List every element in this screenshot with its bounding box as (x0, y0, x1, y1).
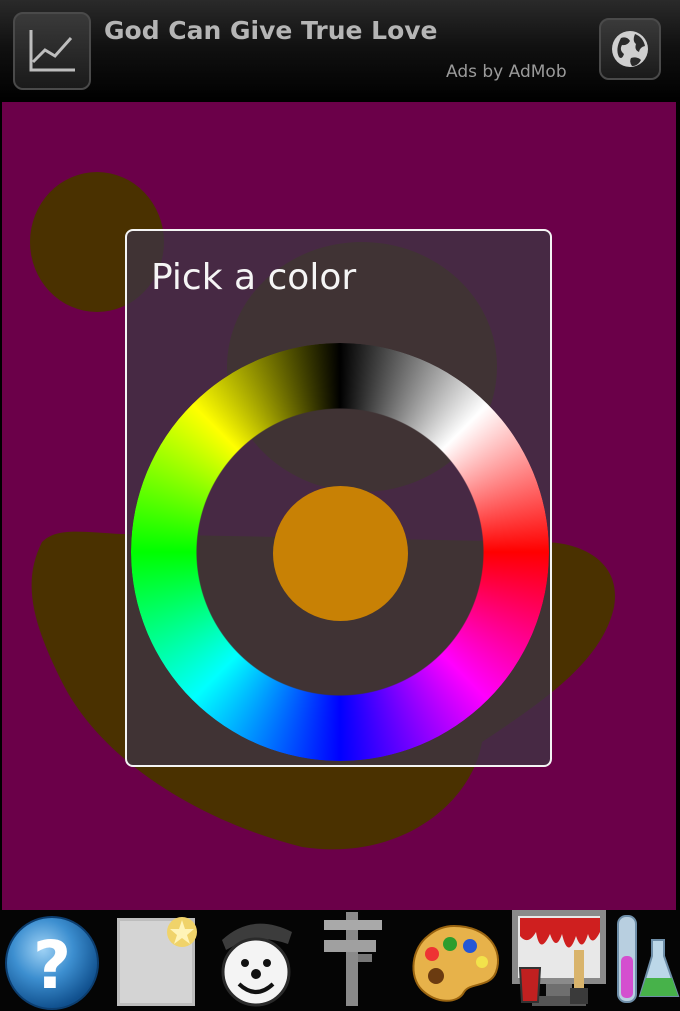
dialog-title: Pick a color (151, 257, 357, 298)
caliper-icon (324, 912, 382, 1006)
sticker-button[interactable] (212, 910, 304, 1011)
new-page-icon (117, 917, 197, 1006)
new-page-button[interactable] (112, 910, 204, 1011)
ad-attribution: Ads by AdMob (446, 62, 567, 82)
palette-icon (412, 924, 499, 1002)
sticker-face-icon (221, 923, 292, 1007)
help-button[interactable]: ? (2, 910, 102, 1011)
ad-chart-button[interactable] (13, 12, 91, 90)
measure-button[interactable] (318, 910, 390, 1011)
ad-globe-button[interactable] (599, 18, 661, 80)
toolbar: ? (0, 910, 680, 1011)
ad-title[interactable]: God Can Give True Love (104, 16, 438, 45)
fill-button[interactable] (510, 910, 608, 1011)
help-icon: ? (5, 916, 99, 1010)
chemistry-icon (617, 915, 680, 1003)
ad-banner[interactable]: God Can Give True Love Ads by AdMob (0, 0, 680, 102)
line-chart-icon (29, 30, 75, 72)
palette-button[interactable] (406, 910, 504, 1011)
color-picker-dialog: Pick a color #c88105 (125, 229, 552, 767)
paint-bucket-icon (512, 910, 606, 1006)
globe-icon (612, 31, 648, 67)
effects-button[interactable] (612, 910, 680, 1011)
selected-color-swatch[interactable] (273, 486, 408, 621)
svg-text:?: ? (33, 927, 71, 1004)
